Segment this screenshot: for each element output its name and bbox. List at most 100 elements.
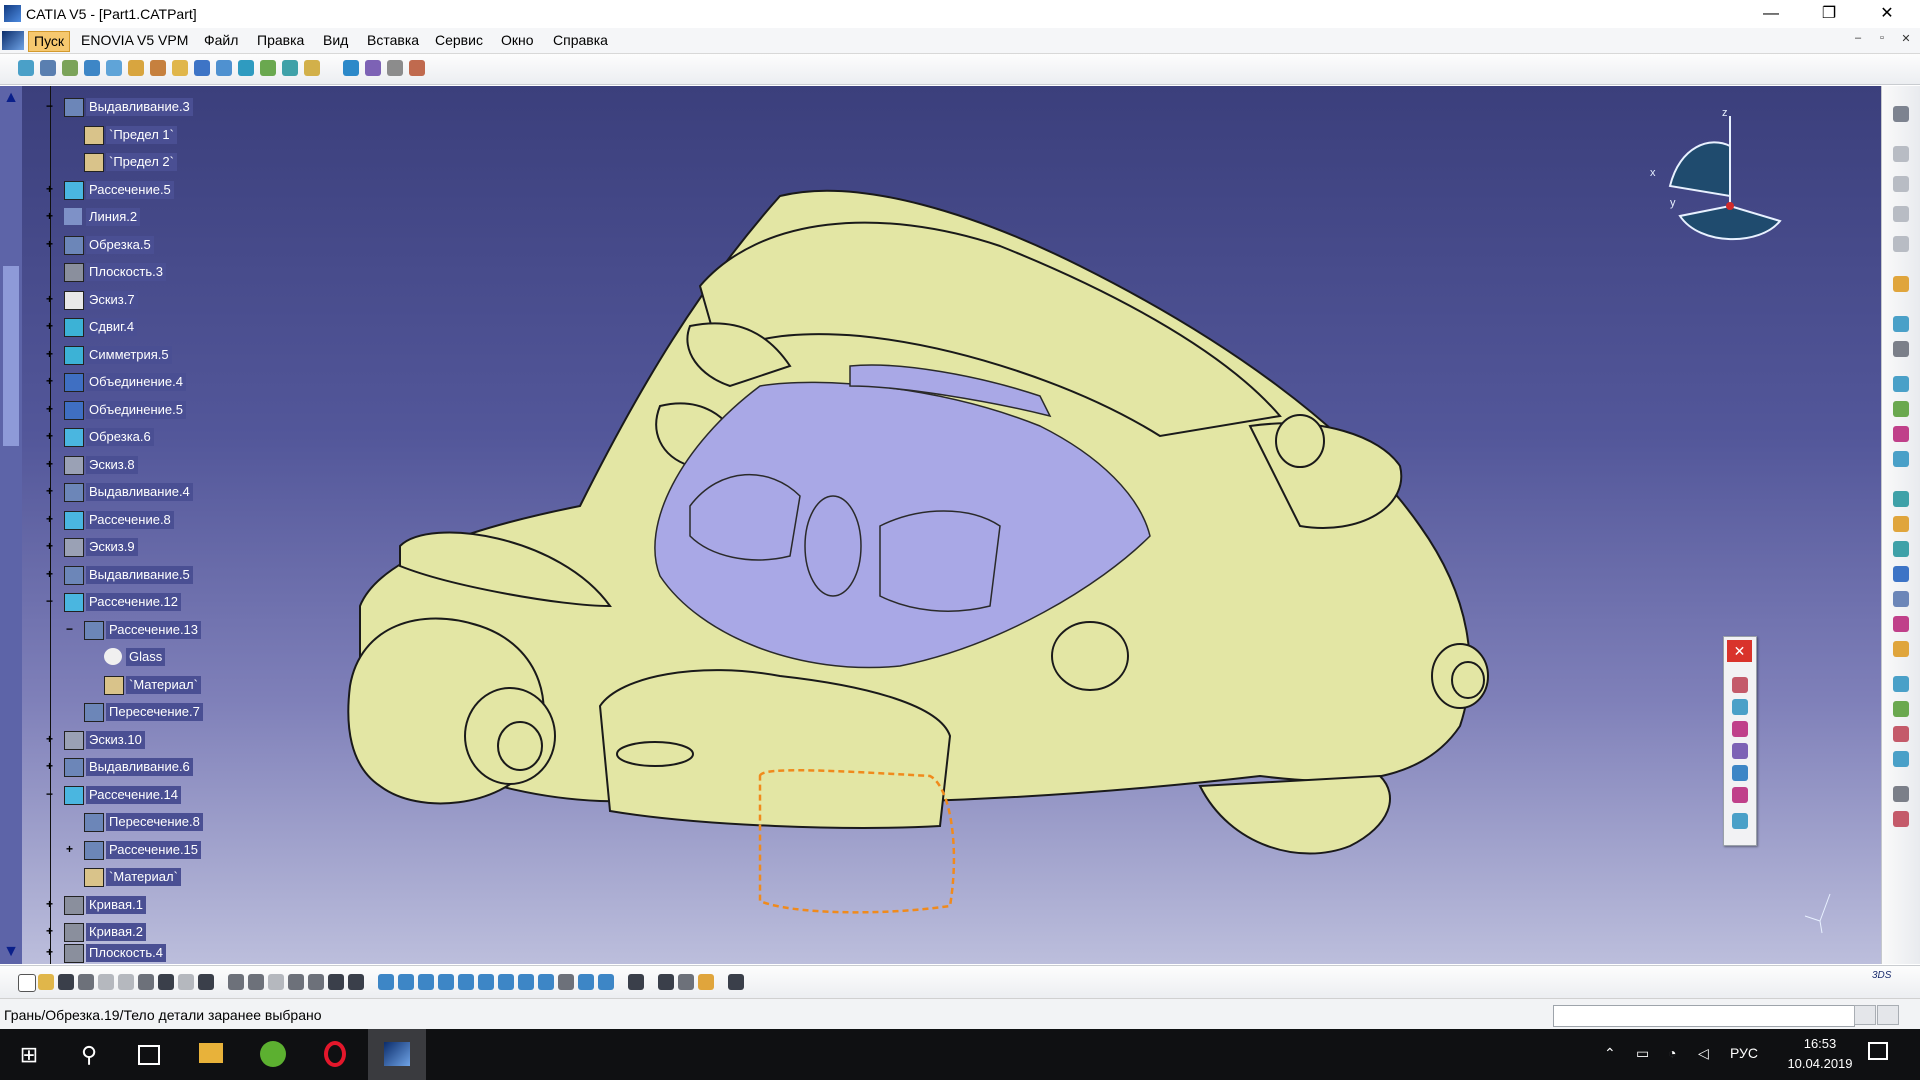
tree-node-label[interactable]: Эскиз.10 — [86, 731, 145, 749]
tree-node-label[interactable]: Пересечение.8 — [106, 813, 203, 831]
task-view-icon[interactable] — [120, 1029, 178, 1080]
line-tool-icon[interactable] — [1893, 176, 1909, 192]
sketcher-icon[interactable] — [1893, 106, 1909, 122]
tree-node-label[interactable]: `Предел 1` — [106, 126, 177, 144]
tree-node-label[interactable]: Линия.2 — [86, 208, 141, 226]
update-icon[interactable] — [628, 974, 644, 990]
fill-icon[interactable] — [150, 60, 166, 76]
corner-icon[interactable] — [1893, 401, 1909, 417]
copy-icon[interactable] — [118, 974, 134, 990]
parameter-icon[interactable] — [268, 974, 284, 990]
tree-node-label[interactable]: Эскиз.8 — [86, 456, 138, 474]
catia-logo-icon[interactable] — [2, 31, 24, 50]
replication-icon[interactable] — [1893, 811, 1909, 827]
sphere-tool-icon[interactable] — [1893, 566, 1909, 582]
reactions-icon[interactable] — [328, 974, 344, 990]
volume-icon[interactable]: ◁ — [1698, 1045, 1709, 1062]
menu-insert[interactable]: Вставка — [362, 31, 424, 50]
palette-close-button[interactable]: ✕ — [1727, 640, 1752, 662]
new-file-icon[interactable] — [18, 974, 36, 992]
fillet-icon[interactable] — [365, 60, 381, 76]
tree-node-label[interactable]: Кривая.2 — [86, 923, 146, 941]
help-icon[interactable] — [198, 974, 214, 990]
clock-date[interactable]: 10.04.2019 — [1780, 1056, 1860, 1071]
boolean-icon[interactable] — [1893, 616, 1909, 632]
untrim-icon[interactable] — [260, 60, 276, 76]
disassemble-icon[interactable] — [282, 60, 298, 76]
tree-node-label[interactable]: Рассечение.8 — [86, 511, 174, 529]
split-icon[interactable] — [304, 60, 320, 76]
print-icon[interactable] — [78, 974, 94, 990]
mdi-minimize-button[interactable]: – — [1847, 32, 1869, 48]
tree-node-label[interactable]: `Предел 2` — [106, 153, 177, 171]
utorrent-icon[interactable] — [244, 1029, 302, 1080]
pan-icon[interactable] — [418, 974, 434, 990]
car-3d-model[interactable] — [0, 86, 1881, 964]
command-button-1[interactable] — [1854, 1005, 1876, 1025]
mdi-restore-button[interactable]: ▫ — [1871, 32, 1893, 48]
minimize-button[interactable]: — — [1742, 0, 1800, 28]
mdi-close-button[interactable]: ✕ — [1895, 32, 1917, 48]
orientation-compass[interactable]: z x y — [1640, 106, 1790, 246]
tree-node-label[interactable]: Рассечение.5 — [86, 181, 174, 199]
command-button-2[interactable] — [1877, 1005, 1899, 1025]
solid-icon[interactable] — [1893, 426, 1909, 442]
save-icon[interactable] — [58, 974, 74, 990]
curve-tool-icon[interactable] — [1893, 376, 1909, 392]
multi-view-icon[interactable] — [518, 974, 534, 990]
helix-icon[interactable] — [1893, 451, 1909, 467]
dress-up-icon[interactable] — [1893, 786, 1909, 802]
law-icon[interactable] — [1893, 701, 1909, 717]
fly-mode-icon[interactable] — [378, 974, 394, 990]
file-explorer-icon[interactable] — [182, 1029, 240, 1080]
material-apply-icon[interactable] — [1732, 677, 1748, 693]
menu-edit[interactable]: Правка — [252, 31, 309, 50]
menu-window[interactable]: Окно — [496, 31, 539, 50]
start-button[interactable]: ⊞ — [0, 1029, 58, 1080]
maximize-button[interactable]: ❐ — [1800, 0, 1858, 28]
command-input[interactable] — [1553, 1005, 1855, 1027]
relations-icon[interactable] — [308, 974, 324, 990]
apply-material-icon[interactable] — [698, 974, 714, 990]
join-icon[interactable] — [216, 60, 232, 76]
tree-node-label[interactable]: Объединение.4 — [86, 373, 186, 391]
shading-icon[interactable] — [1732, 721, 1748, 737]
tree-node-label[interactable]: `Материал` — [126, 676, 201, 694]
menu-tools[interactable]: Сервис — [430, 31, 488, 50]
macro-icon[interactable] — [728, 974, 744, 990]
camera-icon[interactable] — [1732, 787, 1748, 803]
cut-icon[interactable] — [98, 974, 114, 990]
language-indicator[interactable]: РУС — [1730, 1045, 1758, 1061]
multisection-icon[interactable] — [172, 60, 188, 76]
projection-icon[interactable] — [1893, 236, 1909, 252]
measure-icon[interactable] — [1893, 316, 1909, 332]
analysis-icon[interactable] — [1893, 341, 1909, 357]
clock-time[interactable]: 16:53 — [1780, 1036, 1860, 1051]
tree-node-label[interactable]: Эскиз.7 — [86, 291, 138, 309]
pattern-icon[interactable] — [1893, 676, 1909, 692]
list-icon[interactable] — [348, 974, 364, 990]
menu-start[interactable]: Пуск — [28, 31, 71, 52]
tree-scroll-down[interactable]: ▼ — [3, 944, 19, 960]
tree-node-label[interactable]: Выдавливание.6 — [86, 758, 193, 776]
environment-icon[interactable] — [1732, 765, 1748, 781]
table-icon[interactable] — [288, 974, 304, 990]
tree-node-label[interactable]: Плоскость.3 — [86, 263, 166, 281]
normal-view-icon[interactable] — [498, 974, 514, 990]
3d-viewport[interactable]: z x y ▲ ▼ − Выдавливание.3 `Предел 1` `Пр… — [0, 86, 1881, 964]
select-icon[interactable] — [1893, 276, 1909, 292]
sweep-icon[interactable] — [128, 60, 144, 76]
iso-view-icon[interactable] — [538, 974, 554, 990]
translate-icon[interactable] — [387, 60, 403, 76]
tree-node-label[interactable]: Пересечение.7 — [106, 703, 203, 721]
shading-mode-icon[interactable] — [558, 974, 574, 990]
knowledge-icon[interactable] — [1893, 726, 1909, 742]
paste-icon[interactable] — [138, 974, 154, 990]
tree-node-label[interactable]: Объединение.5 — [86, 401, 186, 419]
intersection-tool-icon[interactable] — [1893, 541, 1909, 557]
tree-scrollbar[interactable]: ▲ ▼ — [0, 86, 22, 964]
healing-icon[interactable] — [238, 60, 254, 76]
revolve-icon[interactable] — [40, 60, 56, 76]
measure-item-icon[interactable] — [678, 974, 694, 990]
tree-node-label[interactable]: Рассечение.14 — [86, 786, 182, 804]
